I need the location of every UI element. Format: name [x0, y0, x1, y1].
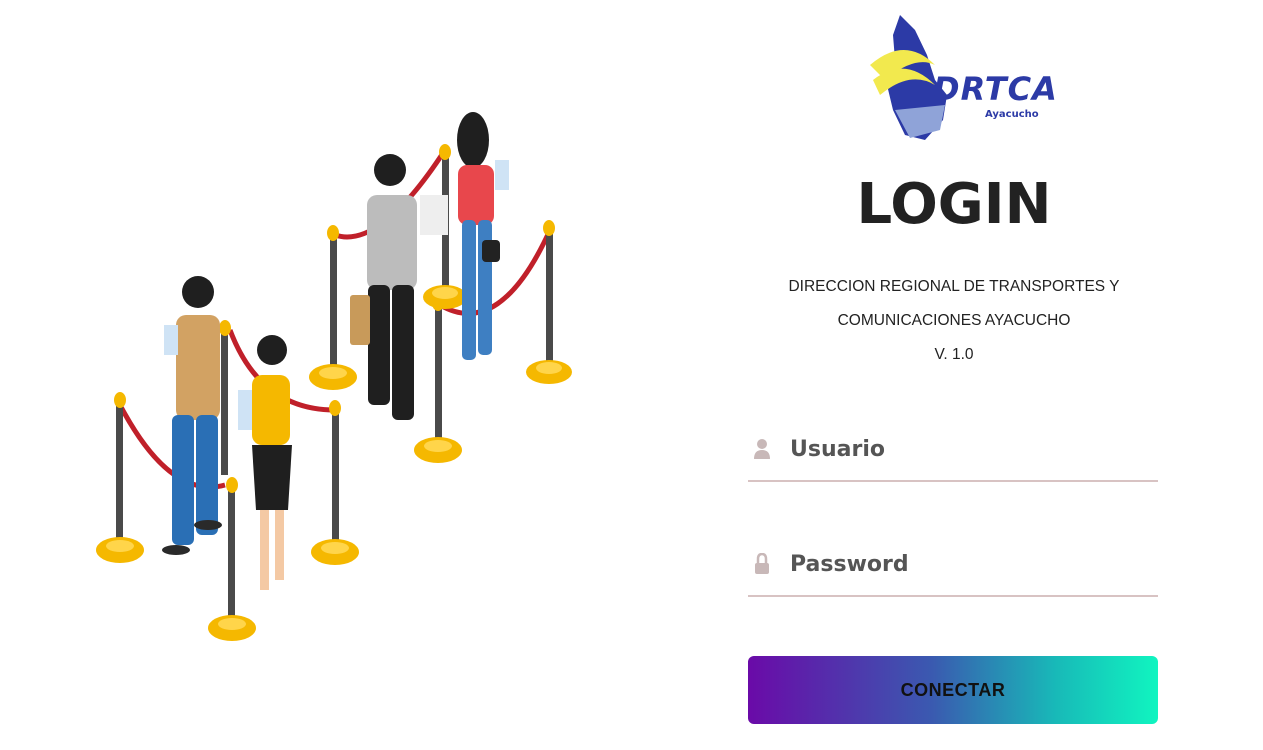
- logo-subtext: Ayacucho: [985, 109, 1039, 120]
- organization-subtitle: DIRECCION REGIONAL DE TRANSPORTES Y COMU…: [700, 270, 1208, 372]
- user-icon: [754, 439, 770, 459]
- person-woman-red: [457, 112, 509, 360]
- subtitle-line2: COMUNICACIONES AYACUCHO: [837, 312, 1071, 329]
- subtitle-line1: DIRECCION REGIONAL DE TRANSPORTES Y: [788, 278, 1120, 295]
- person-woman-yellow: [238, 335, 292, 590]
- login-panel: DRTCA Ayacucho LOGIN DIRECCION REGIONAL …: [700, 0, 1220, 750]
- page-title: LOGIN: [856, 172, 1052, 237]
- drtca-logo: DRTCA Ayacucho: [865, 10, 1057, 145]
- queue-illustration: [96, 112, 572, 641]
- stanchion-group: [96, 144, 572, 641]
- connect-button[interactable]: CONECTAR: [748, 656, 1158, 724]
- username-input[interactable]: [788, 428, 1152, 470]
- person-man-tan-shirt: [162, 276, 222, 555]
- lock-icon: [755, 553, 769, 574]
- password-input[interactable]: [788, 543, 1152, 585]
- logo-text: DRTCA: [933, 70, 1058, 108]
- password-field: [748, 535, 1158, 597]
- username-field: [748, 420, 1158, 482]
- version-label: V. 1.0: [934, 346, 974, 363]
